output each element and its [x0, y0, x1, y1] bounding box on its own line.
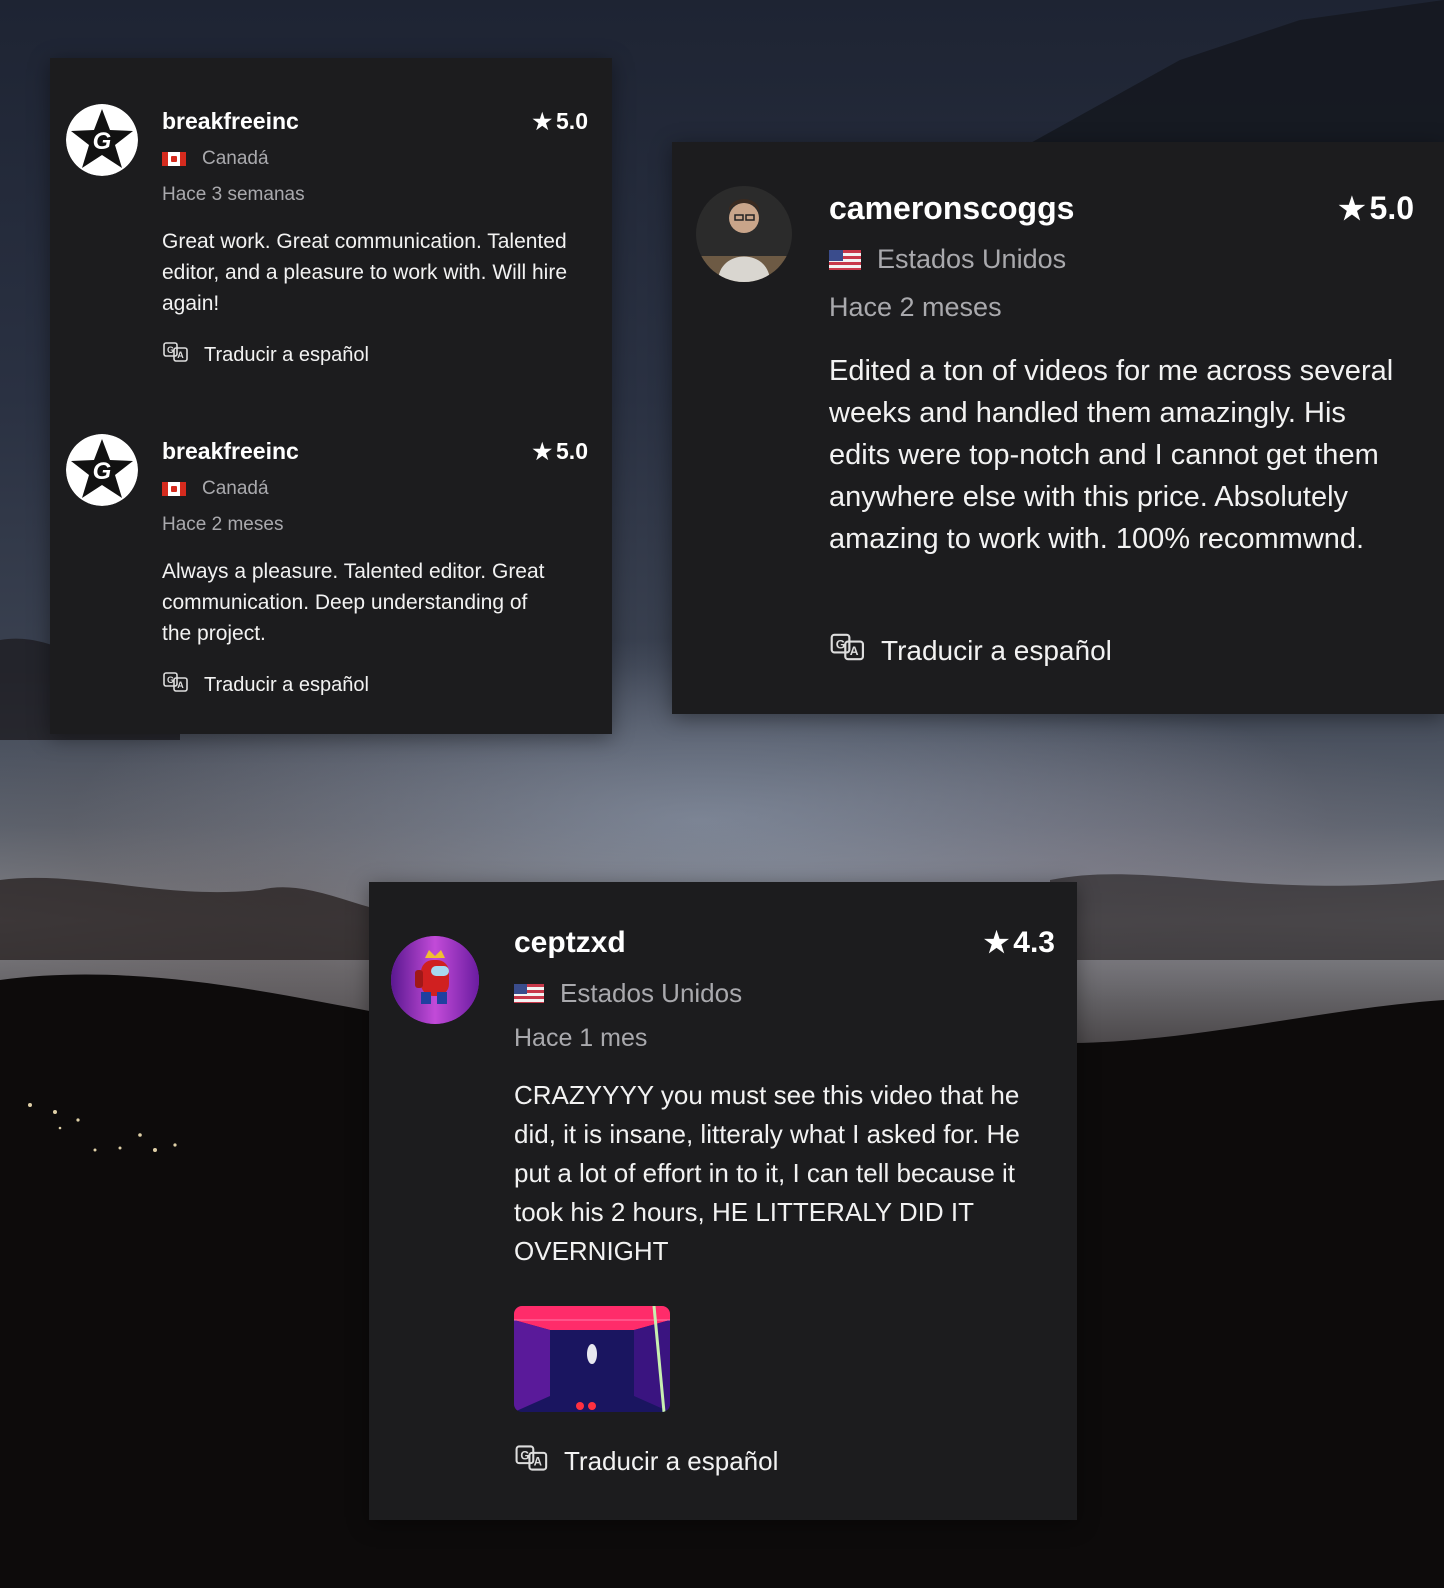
country-name: Canadá — [202, 478, 269, 499]
reviewer-country: Estados Unidos — [829, 244, 1066, 275]
rating: ★ 4.3 — [984, 926, 1055, 960]
review-card-breakfreeinc: G breakfreeinc ★ 5.0 Canadá Hace 3 semana… — [50, 58, 612, 734]
svg-text:A: A — [534, 1457, 543, 1469]
reviewer-username[interactable]: ceptzxd — [514, 926, 626, 960]
review-text: CRAZYYYY you must see this video that he… — [514, 1080, 1020, 1266]
svg-text:G: G — [167, 345, 174, 355]
translate-icon: G A — [162, 338, 190, 372]
reviewer-country: Canadá — [162, 478, 269, 500]
rating-value: 5.0 — [556, 108, 588, 134]
reviewer-username[interactable]: cameronscoggs — [829, 190, 1074, 227]
rating: ★ 5.0 — [532, 438, 588, 465]
review-card-ceptzxd: ceptzxd ★ 4.3 Estados Unidos Hace 1 mes C… — [369, 882, 1077, 1520]
star-icon: ★ — [532, 439, 553, 464]
brand-star-logo-icon: G — [66, 104, 138, 176]
translate-link[interactable]: G A Traducir a español — [162, 668, 369, 702]
review-card-cameronscoggs: cameronscoggs ★ 5.0 Estados Unidos Hace 2… — [672, 142, 1444, 714]
svg-text:G: G — [93, 128, 112, 155]
country-name: Estados Unidos — [560, 978, 743, 1008]
review-time: Hace 1 mes — [514, 1024, 648, 1052]
translate-label: Traducir a español — [881, 634, 1112, 666]
avatar[interactable] — [391, 936, 479, 1024]
translate-icon: G A — [162, 668, 190, 702]
video-thumbnail[interactable] — [514, 1306, 670, 1412]
translate-icon: G A — [829, 628, 867, 673]
review-time: Hace 3 semanas — [162, 184, 305, 205]
svg-text:G: G — [520, 1450, 529, 1462]
star-icon: ★ — [983, 927, 1010, 959]
translate-link[interactable]: G A Traducir a español — [514, 1440, 778, 1483]
translate-label: Traducir a español — [564, 1446, 779, 1476]
country-name: Estados Unidos — [877, 244, 1067, 274]
star-icon: ★ — [532, 109, 553, 134]
translate-label: Traducir a español — [204, 343, 369, 366]
reviewer-country: Canadá — [162, 148, 269, 170]
review-time: Hace 2 meses — [829, 292, 1002, 322]
us-flag-icon — [514, 984, 544, 1003]
translate-link[interactable]: G A Traducir a español — [162, 338, 369, 372]
svg-text:A: A — [177, 680, 184, 690]
translate-label: Traducir a español — [204, 673, 369, 696]
avatar[interactable]: G — [66, 434, 138, 506]
translate-link[interactable]: G A Traducir a español — [829, 628, 1112, 673]
reviewer-country: Estados Unidos — [514, 978, 742, 1009]
svg-text:G: G — [836, 637, 846, 651]
avatar[interactable]: G — [66, 104, 138, 176]
canada-flag-icon — [162, 152, 186, 166]
svg-text:A: A — [850, 644, 859, 658]
rating-value: 4.3 — [1013, 926, 1055, 959]
review-text: Always a pleasure. Talented editor. Grea… — [162, 560, 545, 645]
translate-icon: G A — [514, 1440, 550, 1483]
rating-value: 5.0 — [556, 438, 588, 464]
among-us-character-avatar — [391, 936, 479, 1024]
review-2: G breakfreeinc ★ 5.0 Canadá Hace 2 meses … — [50, 388, 612, 734]
svg-text:A: A — [177, 350, 184, 360]
avatar[interactable] — [696, 186, 792, 282]
review-text: Edited a ton of videos for me across sev… — [829, 355, 1394, 555]
rating: ★ 5.0 — [1338, 190, 1414, 227]
us-flag-icon — [829, 249, 861, 270]
video-thumbnail-image — [514, 1306, 670, 1412]
reviewer-username[interactable]: breakfreeinc — [162, 438, 299, 465]
star-icon: ★ — [1338, 192, 1366, 226]
brand-star-logo-icon: G — [66, 434, 138, 506]
canada-flag-icon — [162, 482, 186, 496]
svg-text:G: G — [167, 675, 174, 685]
review-time: Hace 2 meses — [162, 514, 284, 535]
country-name: Canadá — [202, 148, 269, 169]
review-text: Great work. Great communication. Talente… — [162, 230, 568, 315]
rating-value: 5.0 — [1369, 190, 1414, 226]
svg-text:G: G — [93, 458, 112, 485]
reviewer-username[interactable]: breakfreeinc — [162, 108, 299, 135]
rating: ★ 5.0 — [532, 108, 588, 135]
review-1: G breakfreeinc ★ 5.0 Canadá Hace 3 semana… — [50, 58, 612, 388]
profile-photo — [696, 186, 792, 282]
